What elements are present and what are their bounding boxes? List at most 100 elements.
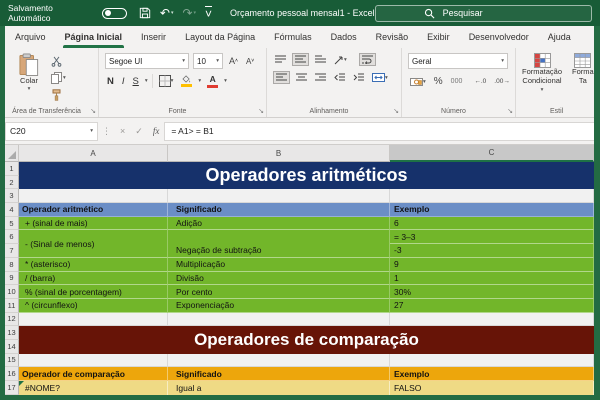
banner-comparison-operators[interactable]: Operadores de comparação [19, 326, 594, 354]
cell-c10[interactable]: 30% [390, 285, 594, 299]
cell-a16[interactable]: Operador de comparação [19, 367, 168, 381]
row-header-2[interactable]: 2 [5, 175, 19, 190]
column-header-b[interactable]: B [168, 145, 390, 162]
cell-b15[interactable] [168, 353, 390, 368]
insert-function-button[interactable]: fx [148, 126, 165, 136]
tab-desenvolvedor[interactable]: Desenvolvedor [469, 26, 529, 48]
row-header-3[interactable]: 3 [5, 189, 19, 204]
font-size-select[interactable]: 10 ▾ [193, 53, 223, 69]
cell-c16[interactable]: Exemplo [390, 367, 594, 381]
tab-formulas[interactable]: Fórmulas [274, 26, 312, 48]
customize-qat-button[interactable]: ˅ [205, 6, 212, 20]
format-painter-button[interactable] [49, 88, 68, 102]
increase-decimal-button[interactable]: ←.0 [472, 77, 488, 86]
row-header-15[interactable]: 15 [5, 353, 19, 368]
tab-exibir[interactable]: Exibir [427, 26, 450, 48]
align-middle-button[interactable] [292, 53, 309, 66]
cell-a4[interactable]: Operador aritmético [19, 203, 168, 217]
cell-c6[interactable]: = 3–3 [390, 230, 594, 245]
enter-button[interactable]: ✓ [130, 126, 148, 137]
cell-c3[interactable] [390, 189, 594, 204]
decrease-indent-button[interactable] [332, 72, 347, 83]
comma-style-button[interactable]: 000 [449, 77, 465, 86]
cancel-button[interactable]: × [115, 126, 130, 136]
cell-b4[interactable]: Significado [168, 203, 390, 217]
column-header-c[interactable]: C [390, 145, 594, 162]
select-all-button[interactable] [5, 145, 19, 162]
tab-ajuda[interactable]: Ajuda [548, 26, 571, 48]
search-box[interactable]: Pesquisar [374, 4, 592, 22]
tab-inserir[interactable]: Inserir [141, 26, 166, 48]
name-box[interactable]: C20 ▾ [5, 121, 98, 141]
font-color-button[interactable]: A [205, 74, 220, 89]
cell-a6-merged[interactable]: - (Sinal de menos) [19, 230, 168, 258]
cell-c5[interactable]: 6 [390, 216, 594, 231]
column-header-a[interactable]: A [19, 145, 168, 162]
row-header-16[interactable]: 16 [5, 367, 19, 381]
decrease-font-button[interactable]: A ˅ [244, 56, 256, 67]
formula-input[interactable]: = A1> = B1 [164, 121, 594, 141]
cell-a9[interactable]: / (barra) [19, 271, 168, 286]
redo-button[interactable]: ↷ ▾ [182, 7, 196, 19]
cell-c9[interactable]: 1 [390, 271, 594, 286]
copy-button[interactable]: ▾ [49, 71, 68, 85]
undo-button[interactable]: ↶ ▾ [160, 7, 174, 19]
cell-b6-merged[interactable]: Negação de subtração [168, 230, 390, 258]
cell-c12[interactable] [390, 312, 594, 327]
row-header-8[interactable]: 8 [5, 257, 19, 272]
row-header-6[interactable]: 6 [5, 230, 19, 245]
clipboard-dialog-launcher-icon[interactable]: ↘ [90, 107, 96, 115]
increase-indent-button[interactable] [351, 72, 366, 83]
cell-a5[interactable]: + (sinal de mais) [19, 216, 168, 231]
cell-c11[interactable]: 27 [390, 298, 594, 313]
accounting-format-button[interactable]: ▾ [408, 76, 428, 88]
row-header-1[interactable]: 1 [5, 162, 19, 176]
row-header-12[interactable]: 12 [5, 312, 19, 327]
autosave-toggle-switch[interactable] [101, 7, 127, 19]
number-format-select[interactable]: Geral ▾ [408, 53, 508, 69]
number-dialog-launcher-icon[interactable]: ↘ [507, 107, 513, 115]
cell-a3[interactable] [19, 189, 168, 204]
row-header-5[interactable]: 5 [5, 216, 19, 231]
fill-color-button[interactable] [179, 74, 194, 88]
cell-a11[interactable]: ^ (circunflexo) [19, 298, 168, 313]
row-header-7[interactable]: 7 [5, 244, 19, 258]
tab-layout-da-pagina[interactable]: Layout da Página [185, 26, 255, 48]
underline-button[interactable]: S [131, 76, 141, 87]
cell-b16[interactable]: Significado [168, 367, 390, 381]
cell-c7[interactable]: -3 [390, 244, 594, 258]
row-header-10[interactable]: 10 [5, 285, 19, 299]
tab-revisao[interactable]: Revisão [376, 26, 409, 48]
cut-button[interactable] [49, 55, 68, 68]
increase-font-button[interactable]: A ˄ [227, 55, 240, 67]
tab-arquivo[interactable]: Arquivo [15, 26, 46, 48]
conditional-formatting-button[interactable]: Formatação Condicional ▾ [522, 53, 562, 94]
orientation-button[interactable]: ▾ [332, 54, 349, 66]
align-top-button[interactable] [273, 54, 288, 65]
cell-c15[interactable] [390, 353, 594, 368]
tab-dados[interactable]: Dados [331, 26, 357, 48]
cell-b10[interactable]: Por cento [168, 285, 390, 299]
cell-a10[interactable]: % (sinal de porcentagem) [19, 285, 168, 299]
italic-button[interactable]: I [120, 76, 127, 87]
align-bottom-button[interactable] [313, 54, 328, 65]
cell-c4[interactable]: Exemplo [390, 203, 594, 217]
paste-button[interactable]: Colar ▾ [19, 53, 39, 92]
save-button[interactable] [139, 7, 151, 19]
cell-b5[interactable]: Adição [168, 216, 390, 231]
row-header-11[interactable]: 11 [5, 298, 19, 313]
align-left-button[interactable] [273, 71, 290, 84]
row-header-17[interactable]: 17 [5, 381, 19, 395]
decrease-decimal-button[interactable]: .00→ [492, 77, 512, 86]
format-as-table-button[interactable]: Forma Ta [572, 53, 594, 85]
cell-c8[interactable]: 9 [390, 257, 594, 272]
cell-b12[interactable] [168, 312, 390, 327]
row-header-4[interactable]: 4 [5, 203, 19, 217]
font-name-select[interactable]: Segoe UI ▾ [105, 53, 189, 69]
cell-a12[interactable] [19, 312, 168, 327]
cell-c17[interactable]: FALSO [390, 381, 594, 395]
cell-b11[interactable]: Exponenciação [168, 298, 390, 313]
percent-style-button[interactable]: % [432, 75, 445, 88]
bold-button[interactable]: N [105, 76, 116, 87]
alignment-dialog-launcher-icon[interactable]: ↘ [393, 107, 399, 115]
